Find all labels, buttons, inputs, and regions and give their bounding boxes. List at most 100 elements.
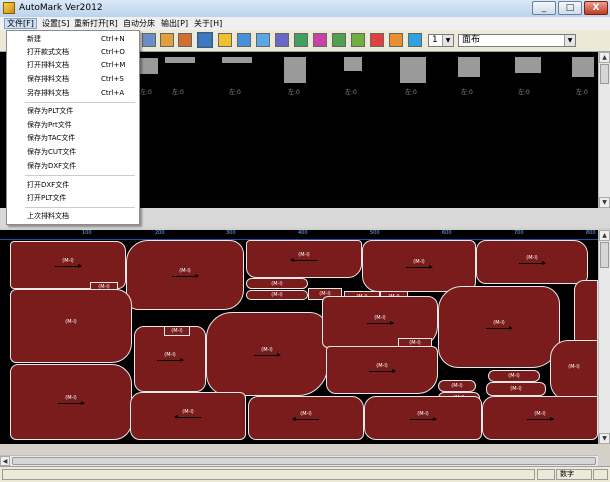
garment-piece[interactable]: (M-I): [130, 392, 246, 440]
scroll-down-icon[interactable]: ▼: [599, 197, 610, 208]
menu-bar: 文件[F] 设置[S] 重新打开[R] 自动分床 输出[P] 关于[H]: [0, 17, 610, 31]
flip-vertical-icon[interactable]: [160, 33, 174, 47]
scissors-icon[interactable]: [332, 33, 346, 47]
garment-piece[interactable]: (M-I): [246, 240, 362, 278]
menu-separator: [25, 102, 135, 103]
tray-label: 左:0: [229, 89, 241, 96]
ruler-label: 200: [155, 230, 165, 236]
menu-reopen[interactable]: 重新打开[R]: [72, 18, 120, 29]
menu-output[interactable]: 输出[P]: [159, 18, 190, 29]
ruler-label: 700: [514, 230, 524, 236]
menu-save-as-marker[interactable]: 另存排料文档 Ctrl+A: [7, 87, 139, 99]
marker-horizontal-scrollbar[interactable]: ◀: [0, 455, 598, 466]
garment-piece[interactable]: (M-I): [10, 289, 132, 363]
number-select[interactable]: 1 ▼: [428, 34, 454, 47]
palette-icon[interactable]: [389, 33, 403, 47]
menu-open-marker[interactable]: 打开排料文档 Ctrl+M: [7, 59, 139, 71]
scroll-thumb[interactable]: [600, 64, 609, 84]
grid-icon[interactable]: [275, 33, 289, 47]
garment-piece[interactable]: (M-I): [482, 396, 598, 440]
move-up-icon[interactable]: [256, 33, 270, 47]
marker-vertical-scrollbar[interactable]: ▲ ▼: [598, 230, 610, 444]
window-controls: _ □ X: [532, 1, 608, 15]
zoom-icon[interactable]: [142, 33, 156, 47]
rotate-icon[interactable]: [237, 33, 251, 47]
color-wheel-icon[interactable]: [408, 33, 422, 47]
scroll-up-icon[interactable]: ▲: [599, 52, 610, 63]
top-ruler: 100 200 300 400 500 600 700 800: [0, 230, 598, 240]
chevron-down-icon: ▼: [442, 35, 453, 46]
tray-piece[interactable]: [400, 57, 426, 83]
garment-piece[interactable]: (M-I): [10, 364, 132, 440]
status-bar: 数字: [0, 466, 610, 482]
menu-file[interactable]: 文件[F]: [4, 18, 37, 29]
tray-label: 左:0: [405, 89, 417, 96]
garment-piece[interactable]: (M-I): [248, 396, 364, 440]
piece-label: (M-I): [182, 409, 194, 415]
scroll-up-icon[interactable]: ▲: [599, 230, 610, 241]
piece-label: (M-I): [508, 373, 520, 379]
garment-piece[interactable]: (M-I): [126, 240, 244, 310]
select-tool-icon[interactable]: [197, 32, 213, 48]
scroll-thumb[interactable]: [12, 457, 596, 465]
ruler-label: 400: [298, 230, 308, 236]
title-bar: AutoMark Ver2012 _ □ X: [0, 0, 610, 18]
tray-vertical-scrollbar[interactable]: ▲ ▼: [598, 52, 610, 208]
fabric-select[interactable]: 面布 ▼: [458, 34, 576, 47]
close-button[interactable]: X: [584, 1, 608, 15]
tray-piece[interactable]: [284, 57, 306, 83]
menu-open-style[interactable]: 打开款式文档 Ctrl+O: [7, 46, 139, 58]
menu-save-plt[interactable]: 保存为PLT文件: [7, 105, 139, 117]
tray-piece[interactable]: [458, 57, 480, 77]
menu-save-tac[interactable]: 保存为TAC文件: [7, 132, 139, 144]
scroll-left-icon[interactable]: ◀: [0, 456, 10, 466]
garment-piece[interactable]: (M-I): [364, 396, 482, 440]
scroll-thumb[interactable]: [600, 242, 609, 268]
tray-piece[interactable]: [344, 57, 362, 71]
marker-canvas[interactable]: 100 200 300 400 500 600 700 800 (M-I) (M…: [0, 230, 598, 444]
garment-piece[interactable]: (M-I): [486, 382, 546, 396]
garment-piece[interactable]: (M-I): [488, 370, 540, 382]
menu-save-prt[interactable]: 保存为Prt文件: [7, 119, 139, 131]
minimize-button[interactable]: _: [532, 1, 556, 15]
status-cell: [537, 469, 555, 480]
garment-piece[interactable]: (M-I): [246, 278, 308, 289]
menu-save-dxf[interactable]: 保存为DXF文件: [7, 160, 139, 172]
menu-recent-marker[interactable]: 上次排料文档: [7, 210, 139, 222]
garment-piece[interactable]: (M-I): [550, 340, 598, 402]
menu-save-marker[interactable]: 保存排料文档 Ctrl+S: [7, 73, 139, 85]
tray-label: 左:0: [140, 89, 152, 96]
tray-piece[interactable]: [572, 57, 594, 77]
tray-piece[interactable]: [222, 57, 252, 63]
piece-label: (M-I): [164, 352, 176, 358]
flip-horizontal-icon[interactable]: [178, 33, 192, 47]
menu-open-dxf[interactable]: 打开DXF文件: [7, 179, 139, 191]
garment-piece[interactable]: (M-I): [326, 346, 438, 394]
menu-settings[interactable]: 设置[S]: [40, 18, 71, 29]
piece-label: (M-I): [451, 383, 463, 389]
maximize-button[interactable]: □: [558, 1, 582, 15]
garment-piece[interactable]: (M-I): [164, 326, 190, 336]
layers-icon[interactable]: [294, 33, 308, 47]
menu-about[interactable]: 关于[H]: [192, 18, 224, 29]
ruler-label: 300: [226, 230, 236, 236]
menu-open-plt[interactable]: 打开PLT文件: [7, 192, 139, 204]
tray-piece[interactable]: [165, 57, 195, 63]
menu-auto-split[interactable]: 自动分床: [121, 18, 157, 29]
tray-piece[interactable]: [515, 57, 541, 73]
garment-piece[interactable]: (M-I): [476, 240, 588, 284]
piece-label: (M-I): [261, 347, 273, 353]
stack-icon[interactable]: [370, 33, 384, 47]
auto-layout-icon[interactable]: [218, 33, 232, 47]
brush-icon[interactable]: [313, 33, 327, 47]
scroll-down-icon[interactable]: ▼: [599, 433, 610, 444]
piece-label: (M-I): [526, 255, 538, 261]
menu-new[interactable]: 新建 Ctrl+N: [7, 33, 139, 45]
menu-save-cut[interactable]: 保存为CUT文件: [7, 146, 139, 158]
garment-piece[interactable]: (M-I): [206, 312, 328, 396]
cross-arrows-icon[interactable]: [351, 33, 365, 47]
garment-piece[interactable]: (M-I): [438, 286, 560, 368]
garment-piece[interactable]: (M-I): [246, 290, 308, 300]
garment-piece[interactable]: (M-I): [438, 380, 476, 392]
garment-piece[interactable]: (M-I): [362, 240, 476, 292]
